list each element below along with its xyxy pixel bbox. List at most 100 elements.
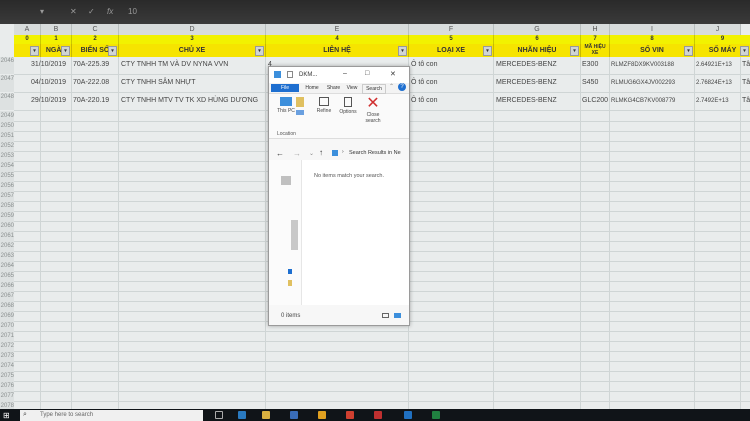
cell-bien-so[interactable]: 70A-222.08: [73, 75, 117, 91]
row-number[interactable]: 2070: [0, 321, 14, 331]
cell-chu-xe[interactable]: CTY TNHH SÂM NHỰT: [121, 75, 264, 91]
col-letter-j[interactable]: J: [695, 24, 741, 35]
this-pc-button[interactable]: This PC: [275, 97, 297, 114]
row-number[interactable]: 2069: [0, 311, 14, 321]
cell-loai-xe[interactable]: Ô tô con: [411, 75, 491, 91]
filter-dropdown-icon[interactable]: ▾: [398, 46, 407, 56]
tab-share[interactable]: Share: [324, 84, 343, 92]
scrollbar-thumb[interactable]: [291, 220, 298, 250]
row-number[interactable]: 2050: [0, 121, 14, 131]
filter-dropdown-icon[interactable]: ▾: [684, 46, 693, 56]
filter-dropdown-icon[interactable]: ▾: [483, 46, 492, 56]
close-icon[interactable]: ✕: [390, 70, 396, 78]
chrome-icon[interactable]: [346, 411, 354, 419]
app-icon[interactable]: [374, 411, 382, 419]
cell-nhan-hieu[interactable]: MERCEDES-BENZ: [496, 93, 579, 109]
cell-loai-xe[interactable]: Ô tô con: [411, 93, 491, 109]
name-box-arrow-icon[interactable]: ▾: [40, 7, 44, 16]
address-path[interactable]: Search Results in Ne: [349, 150, 401, 156]
cell-ngay[interactable]: 31/10/2019: [31, 57, 71, 73]
row-number[interactable]: 2065: [0, 271, 14, 281]
row-number[interactable]: 2073: [0, 351, 14, 361]
task-view-icon[interactable]: [215, 411, 223, 419]
row-number[interactable]: 2059: [0, 211, 14, 221]
row-number[interactable]: 2063: [0, 251, 14, 261]
back-icon[interactable]: ←: [276, 149, 284, 158]
navigation-pane[interactable]: [269, 160, 302, 305]
row-number[interactable]: 2064: [0, 261, 14, 271]
col-letter-g[interactable]: G: [494, 24, 581, 35]
cell-ma-hieu[interactable]: S450: [582, 75, 609, 91]
row-number[interactable]: 2049: [0, 111, 14, 121]
cell-extra[interactable]: Tây: [742, 57, 750, 73]
col-letter-i[interactable]: I: [610, 24, 695, 35]
col-letter-a[interactable]: A: [14, 24, 41, 35]
up-icon[interactable]: ↑: [319, 148, 323, 157]
cell-so-vin[interactable]: RLMZF8DX9KV003188: [611, 57, 693, 73]
cell-so-may[interactable]: 2.64921E+13: [696, 57, 740, 73]
word-icon[interactable]: [404, 411, 412, 419]
row-number[interactable]: 2067: [0, 291, 14, 301]
filter-dropdown-icon[interactable]: ▾: [570, 46, 579, 56]
row-number[interactable]: 2062: [0, 241, 14, 251]
cell-so-vin[interactable]: RLMUG6GX4JV002293: [611, 75, 693, 91]
cell-ma-hieu[interactable]: GLC200: [582, 93, 609, 109]
cell-so-may[interactable]: 2.7492E+13: [696, 93, 740, 109]
fx-icon[interactable]: fx: [107, 7, 113, 16]
cell-bien-so[interactable]: 70A-225.39: [73, 57, 117, 73]
tab-view[interactable]: View: [344, 84, 360, 92]
col-letter-f[interactable]: F: [409, 24, 494, 35]
cancel-icon[interactable]: ✕: [70, 7, 77, 16]
filter-dropdown-icon[interactable]: ▾: [30, 46, 39, 56]
col-letter-b[interactable]: B: [41, 24, 72, 35]
taskbar-search-input[interactable]: Type here to search: [40, 412, 93, 418]
row-number[interactable]: 2068: [0, 301, 14, 311]
close-search-button[interactable]: ✕ Close search: [361, 96, 385, 125]
row-number[interactable]: 2072: [0, 341, 14, 351]
help-icon[interactable]: ?: [398, 83, 406, 91]
row-number[interactable]: 2055: [0, 171, 14, 181]
tab-file[interactable]: File: [271, 84, 299, 92]
cell-nhan-hieu[interactable]: MERCEDES-BENZ: [496, 57, 579, 73]
store-icon[interactable]: [290, 411, 298, 419]
forward-icon[interactable]: →: [293, 149, 301, 158]
row-number[interactable]: 2060: [0, 221, 14, 231]
row-number[interactable]: 2057: [0, 191, 14, 201]
filter-dropdown-icon[interactable]: ▾: [740, 46, 749, 56]
excel-icon[interactable]: [432, 411, 440, 419]
scrollbar-thumb[interactable]: [281, 176, 291, 185]
filter-dropdown-icon[interactable]: ▾: [61, 46, 70, 56]
row-number[interactable]: 2051: [0, 131, 14, 141]
row-number[interactable]: 2047: [0, 75, 14, 92]
options-button[interactable]: Options: [337, 97, 359, 115]
cell-so-vin[interactable]: RLMKG4CB7KV008779: [611, 93, 693, 109]
taskbar-search-box[interactable]: ⌕ Type here to search: [20, 410, 203, 421]
cell-nhan-hieu[interactable]: MERCEDES-BENZ: [496, 75, 579, 91]
row-number[interactable]: 2056: [0, 181, 14, 191]
recent-dropdown-icon[interactable]: ⌄: [309, 150, 314, 157]
cell-loai-xe[interactable]: Ô tô con: [411, 57, 491, 73]
tab-search[interactable]: Search: [362, 84, 386, 94]
row-number[interactable]: 2048: [0, 93, 14, 110]
file-explorer-window[interactable]: DKM... – □ ✕ File Home Share View Search…: [268, 66, 410, 326]
row-number[interactable]: 2058: [0, 201, 14, 211]
row-number[interactable]: 2075: [0, 371, 14, 381]
cell-chu-xe[interactable]: CTY TNHH MTV TV TK XD HÙNG DƯƠNG: [121, 93, 264, 109]
row-number[interactable]: 2054: [0, 161, 14, 171]
cell-ngay[interactable]: 29/10/2019: [31, 93, 71, 109]
col-letter-h[interactable]: H: [581, 24, 610, 35]
collapse-ribbon-icon[interactable]: ⌃: [389, 83, 394, 90]
address-bar[interactable]: ← → ⌄ ↑ › Search Results in Ne: [269, 147, 409, 161]
search-results-pane[interactable]: No items match your search.: [302, 160, 409, 305]
filter-dropdown-icon[interactable]: ▾: [255, 46, 264, 56]
title-bar[interactable]: DKM... – □ ✕: [269, 67, 409, 83]
row-number[interactable]: 2046: [0, 57, 14, 74]
edge-icon[interactable]: [238, 411, 246, 419]
row-number[interactable]: 2066: [0, 281, 14, 291]
cell-chu-xe[interactable]: CTY TNHH TM VÀ DV NYNA VVN: [121, 57, 264, 73]
minimize-icon[interactable]: –: [343, 70, 347, 77]
row-number[interactable]: 2077: [0, 391, 14, 401]
tab-home[interactable]: Home: [302, 84, 322, 92]
row-number[interactable]: 2061: [0, 231, 14, 241]
windows-start-icon[interactable]: ⊞: [3, 411, 10, 420]
